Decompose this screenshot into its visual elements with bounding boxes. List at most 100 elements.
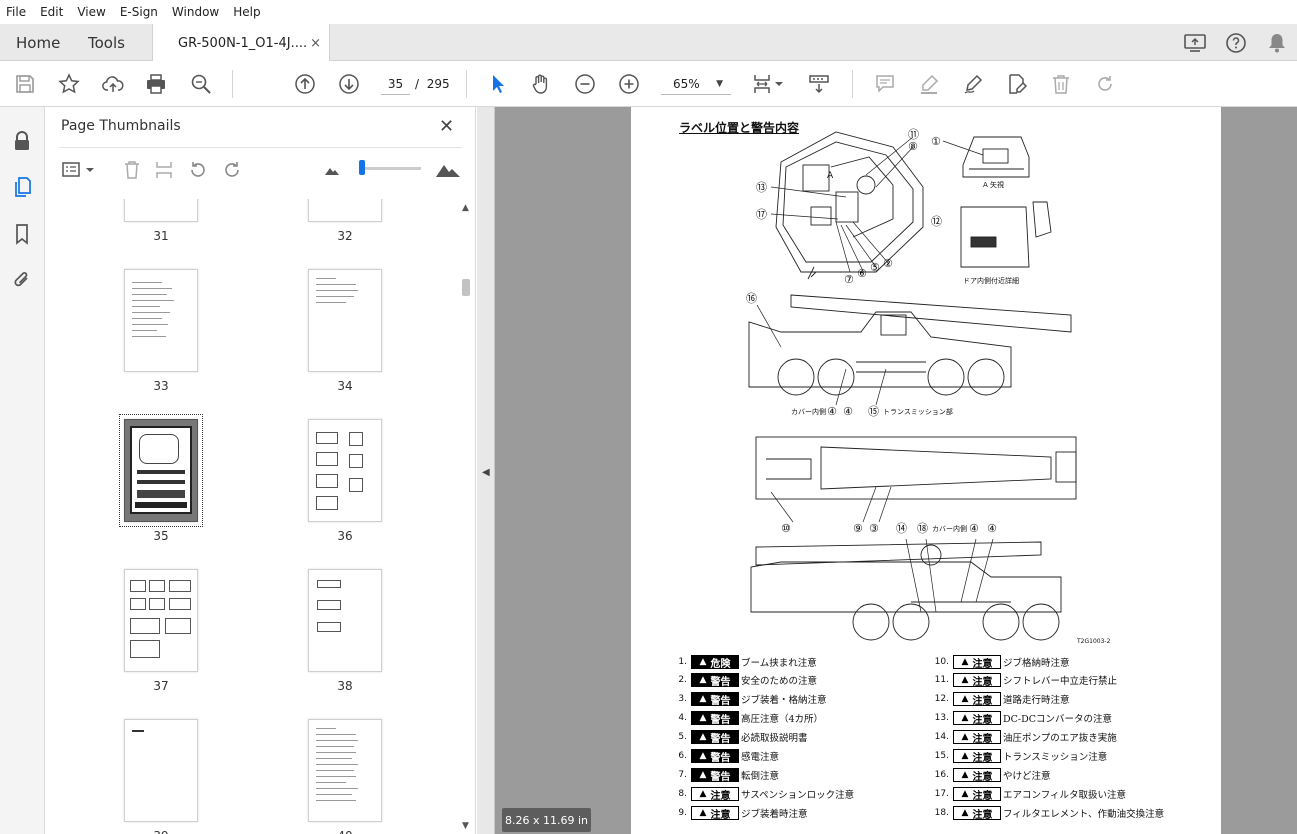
legend-item: 15. ▲ 注意 トランスミッション注意: [933, 748, 1107, 764]
legend-text: トランスミッション注意: [1003, 752, 1108, 763]
scrollbar-thumb[interactable]: [462, 279, 470, 296]
caution-badge: ▲ 注意: [953, 787, 1001, 802]
tab-home[interactable]: Home: [16, 24, 60, 61]
collapse-panel-arrow-icon[interactable]: ◀: [482, 467, 490, 478]
legend-text: DC-DCコンバータの注意: [1003, 714, 1112, 725]
menu-edit[interactable]: Edit: [40, 5, 63, 19]
warning-badge: ▲ 警告: [691, 692, 739, 707]
warning-triangle-icon: ▲: [699, 751, 707, 761]
select-cursor-icon[interactable]: [485, 71, 511, 97]
scroll-mode-icon[interactable]: [806, 71, 832, 97]
notification-bell-icon[interactable]: [1264, 30, 1290, 56]
legend-text: シフトレバー中立走行禁止: [1003, 676, 1118, 687]
badge-label: 注意: [710, 809, 731, 821]
warning-triangle-icon: ▲: [961, 657, 969, 667]
page-thumbnail[interactable]: [124, 199, 198, 222]
thumbnail-page-number: 33: [153, 379, 169, 393]
comment-icon[interactable]: [872, 71, 898, 97]
cover-inside-label-1: カバー内側: [791, 407, 826, 416]
menu-file[interactable]: File: [6, 5, 26, 19]
callout-7: ⑦: [844, 273, 854, 286]
thumbnail-page-number: 31: [153, 229, 169, 243]
next-page-icon[interactable]: [336, 71, 362, 97]
hand-tool-icon[interactable]: [528, 71, 554, 97]
page-thumbnail-current[interactable]: [119, 414, 203, 527]
transmission-label: トランスミッション部: [883, 407, 953, 416]
warning-triangle-icon: ▲: [699, 694, 707, 704]
legend-text: エアコンフィルタ取扱い注意: [1003, 790, 1127, 801]
rotate-right-icon[interactable]: [219, 157, 245, 183]
tab-document[interactable]: GR-500N-1_O1-4J.... ×: [152, 24, 330, 62]
save-icon[interactable]: [12, 71, 38, 97]
thumbnail-page-number: 37: [153, 679, 169, 693]
menu-view[interactable]: View: [77, 5, 105, 19]
extract-page-icon[interactable]: [151, 157, 177, 183]
badge-label: 注意: [972, 771, 993, 783]
panel-close-button[interactable]: ✕: [439, 116, 454, 137]
tab-close-button[interactable]: ×: [310, 36, 321, 51]
a-view-label: A 矢視: [983, 180, 1004, 189]
menu-esign[interactable]: E-Sign: [120, 5, 158, 19]
bookmark-star-icon[interactable]: [56, 71, 82, 97]
page-number-input[interactable]: 35: [381, 73, 410, 95]
delete-trash-icon[interactable]: [1048, 71, 1074, 97]
page-thumbnail[interactable]: [124, 569, 198, 672]
highlight-pen-icon[interactable]: [916, 71, 942, 97]
lock-icon[interactable]: [10, 129, 34, 153]
badge-label: 警告: [710, 676, 731, 688]
tab-tools[interactable]: Tools: [88, 24, 125, 61]
warning-triangle-icon: ▲: [699, 808, 707, 818]
page-thumbnails-icon[interactable]: [10, 175, 34, 199]
page-thumbnail[interactable]: [124, 269, 198, 372]
badge-label: 注意: [972, 733, 993, 745]
page-thumbnail[interactable]: [308, 419, 382, 522]
zoom-in-icon[interactable]: [616, 71, 642, 97]
callout-10: ⑩: [781, 522, 791, 535]
small-thumbnail-mountain-icon[interactable]: [319, 157, 345, 183]
upload-cloud-icon[interactable]: [100, 71, 126, 97]
legend-text: サスペンションロック注意: [741, 790, 855, 801]
thumbnail-size-slider-track[interactable]: [359, 167, 421, 170]
bookmark-icon[interactable]: [10, 222, 34, 246]
callout-16: ⑯: [746, 292, 757, 305]
page-thumbnail[interactable]: [308, 269, 382, 372]
warning-triangle-icon: ▲: [699, 770, 707, 780]
thumbnail-options-menu-icon[interactable]: [59, 157, 99, 183]
zoom-out-icon[interactable]: [572, 71, 598, 97]
previous-page-icon[interactable]: [292, 71, 318, 97]
thumbnail-scrollbar[interactable]: ▲ ▼: [459, 199, 473, 834]
left-nav-rail: [0, 107, 45, 834]
zoom-level-select[interactable]: 65% ▼: [661, 73, 731, 95]
menu-help[interactable]: Help: [233, 5, 260, 19]
legend-item: 10. ▲ 注意 ジブ格納時注意: [933, 654, 1070, 670]
print-icon[interactable]: [143, 71, 169, 97]
panel-splitter[interactable]: ◀: [477, 107, 495, 834]
page-thumbnail[interactable]: [308, 199, 382, 222]
menu-window[interactable]: Window: [172, 5, 219, 19]
warning-triangle-icon: ▲: [961, 694, 969, 704]
large-thumbnail-mountain-icon[interactable]: [433, 157, 463, 183]
diagram-letter-a: A: [827, 171, 834, 181]
page-thumbnail[interactable]: [308, 569, 382, 672]
page-thumbnail[interactable]: [124, 719, 198, 822]
attachment-paperclip-icon[interactable]: [10, 268, 34, 292]
legend-number: 2.: [678, 675, 687, 685]
help-icon[interactable]: [1223, 30, 1249, 56]
fit-dropdown-chevron-icon[interactable]: [772, 71, 786, 97]
scroll-down-arrow-icon[interactable]: ▼: [462, 821, 469, 831]
callout-6: ⑥: [857, 267, 867, 280]
share-screen-icon[interactable]: [1182, 30, 1208, 56]
caution-badge: ▲ 注意: [953, 711, 1001, 726]
legend-number: 5.: [678, 732, 687, 742]
draw-pen-icon[interactable]: [960, 71, 986, 97]
rotate-left-icon[interactable]: [185, 157, 211, 183]
delete-page-icon[interactable]: [119, 157, 145, 183]
zoom-search-icon[interactable]: [188, 71, 214, 97]
page-thumbnail[interactable]: [308, 719, 382, 822]
legend-item: 11. ▲ 注意 シフトレバー中立走行禁止: [933, 672, 1117, 688]
redo-icon[interactable]: [1092, 71, 1118, 97]
scroll-up-arrow-icon[interactable]: ▲: [462, 203, 469, 213]
legend-item: 4. ▲ 警告 高圧注意（4カ所）: [671, 710, 823, 726]
fill-sign-icon[interactable]: [1004, 71, 1030, 97]
thumbnail-size-slider-knob[interactable]: [359, 160, 365, 175]
